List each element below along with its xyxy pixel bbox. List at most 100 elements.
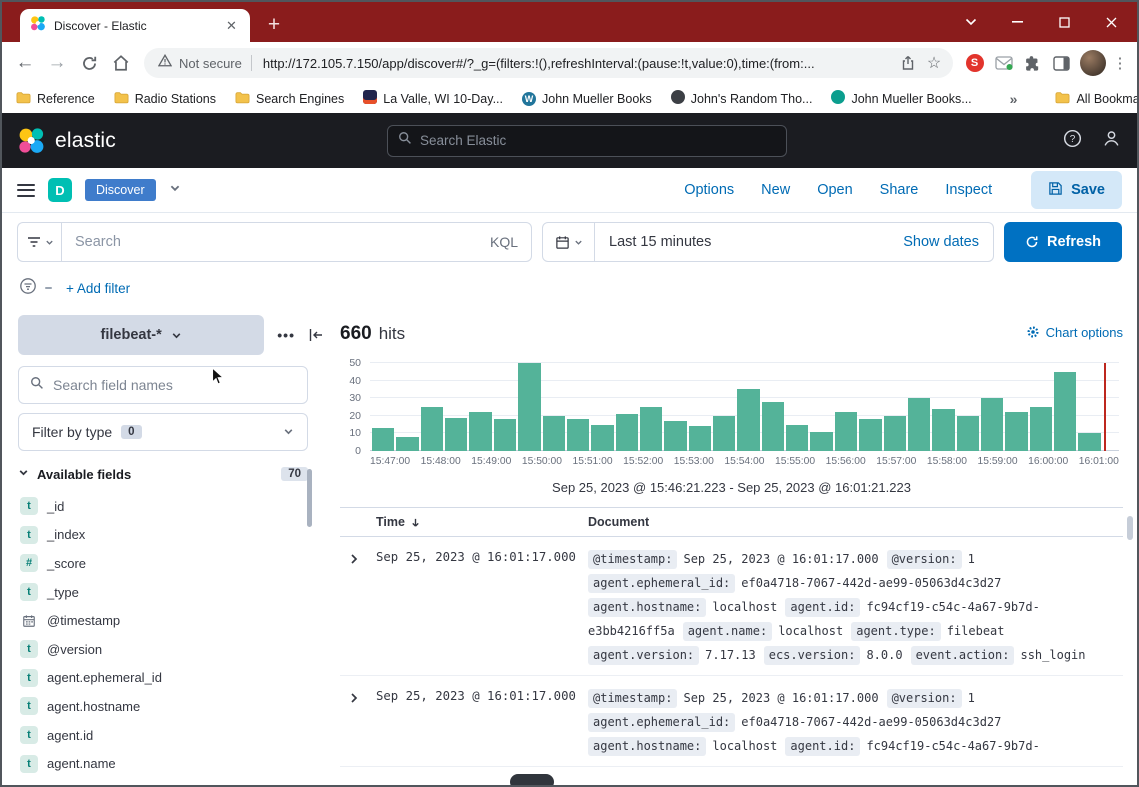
browser-tab[interactable]: Discover - Elastic ✕ [20, 9, 250, 42]
chart-plot[interactable] [370, 363, 1119, 451]
back-icon[interactable]: ← [10, 48, 40, 78]
histogram-bar[interactable] [932, 409, 954, 451]
histogram-bar[interactable] [859, 419, 881, 451]
histogram-bar[interactable] [786, 425, 808, 451]
expand-row-button[interactable] [342, 686, 366, 710]
field-item-_score[interactable]: #_score [18, 549, 324, 578]
side-panel-icon[interactable] [1048, 50, 1075, 77]
histogram-bar[interactable] [372, 428, 394, 451]
histogram-bar[interactable] [1054, 372, 1076, 451]
field-search-input[interactable] [53, 377, 296, 393]
query-search-input[interactable] [75, 234, 482, 250]
expand-row-button[interactable] [342, 547, 366, 571]
appbar-link-new[interactable]: New [761, 182, 790, 198]
minimize-icon[interactable] [994, 2, 1041, 42]
histogram-bar[interactable] [640, 407, 662, 451]
add-filter-button[interactable]: + Add filter [66, 281, 130, 296]
space-avatar[interactable]: D [48, 178, 72, 202]
histogram-bar[interactable] [1005, 412, 1027, 451]
breadcrumb[interactable]: Discover [85, 179, 156, 201]
chart-options-button[interactable]: Chart options [1026, 325, 1123, 340]
histogram-bar[interactable] [421, 407, 443, 451]
filter-by-type[interactable]: Filter by type 0 [18, 413, 308, 451]
help-icon[interactable]: ? [1063, 129, 1082, 153]
show-dates-button[interactable]: Show dates [903, 234, 979, 250]
alerts-icon[interactable] [1102, 129, 1121, 153]
histogram-bar[interactable] [957, 416, 979, 451]
bookmark-star-icon[interactable]: ☆ [921, 50, 947, 76]
bookmark-item[interactable]: Radio Stations [114, 91, 216, 107]
histogram-bar[interactable] [737, 389, 759, 451]
breadcrumb-chevron-icon[interactable] [169, 181, 181, 199]
extensions-puzzle-icon[interactable] [1019, 50, 1046, 77]
histogram-bar[interactable] [567, 419, 589, 451]
field-item-_index[interactable]: t_index [18, 521, 324, 550]
histogram-bar[interactable] [664, 421, 686, 451]
elastic-logo[interactable]: elastic [18, 128, 116, 154]
extension-icon-red[interactable]: S [961, 50, 988, 77]
elastic-search-box[interactable] [387, 125, 787, 157]
histogram-bar[interactable] [810, 432, 832, 451]
index-pattern-select[interactable]: filebeat-* [18, 315, 264, 355]
window-menu-chevron-icon[interactable] [947, 2, 994, 42]
appbar-link-open[interactable]: Open [817, 182, 852, 198]
histogram-bar[interactable] [469, 412, 491, 451]
save-button[interactable]: Save [1031, 171, 1122, 209]
histogram-bar[interactable] [1030, 407, 1052, 451]
collapse-sidebar-icon[interactable] [308, 327, 324, 343]
forward-icon[interactable]: → [42, 48, 72, 78]
sidebar-scrollbar-thumb[interactable] [307, 469, 312, 527]
histogram-bar[interactable] [908, 398, 930, 451]
field-item-@version[interactable]: t@version [18, 635, 324, 664]
field-item-_type[interactable]: t_type [18, 578, 324, 607]
histogram-bar[interactable] [616, 414, 638, 451]
time-range-value[interactable]: Last 15 minutes [609, 234, 711, 250]
histogram-bar[interactable] [396, 437, 418, 451]
browser-menu-icon[interactable]: ⋮ [1111, 54, 1129, 72]
histogram-bar[interactable] [689, 426, 711, 451]
bookmark-item[interactable]: WJohn Mueller Books [522, 91, 652, 106]
histogram-bar[interactable] [762, 402, 784, 451]
appbar-link-share[interactable]: Share [880, 182, 919, 198]
filter-set-icon[interactable] [19, 277, 37, 300]
close-icon[interactable] [1088, 2, 1135, 42]
time-column-header[interactable]: Time [376, 515, 588, 529]
refresh-button[interactable]: Refresh [1004, 222, 1122, 262]
bookmark-item[interactable]: Search Engines [235, 91, 344, 107]
home-icon[interactable] [106, 48, 136, 78]
appbar-link-options[interactable]: Options [684, 182, 734, 198]
histogram-bar[interactable] [713, 416, 735, 451]
field-item-agent.hostname[interactable]: tagent.hostname [18, 692, 324, 721]
histogram-bar[interactable] [981, 398, 1003, 451]
field-item-agent.ephemeral_id[interactable]: tagent.ephemeral_id [18, 664, 324, 693]
field-item-_id[interactable]: t_id [18, 492, 324, 521]
sidebar-options-icon[interactable]: ••• [277, 327, 295, 343]
address-bar[interactable]: Not secure http://172.105.7.150/app/disc… [144, 48, 953, 78]
bookmark-item[interactable]: John Mueller Books... [831, 90, 971, 107]
profile-avatar[interactable] [1080, 50, 1106, 76]
histogram-bar[interactable] [591, 425, 613, 451]
extension-icon-mail[interactable] [990, 50, 1017, 77]
bookmark-item[interactable]: Reference [16, 91, 95, 107]
menu-hamburger-icon[interactable] [17, 184, 35, 197]
field-item-agent.name[interactable]: tagent.name [18, 749, 324, 778]
histogram-bar[interactable] [445, 418, 467, 451]
available-fields-accordion[interactable]: Available fields 70 [18, 465, 308, 483]
bookmark-item[interactable]: John's Random Tho... [671, 90, 813, 107]
histogram-bar[interactable] [1078, 433, 1100, 451]
table-scrollbar-thumb[interactable] [1127, 516, 1133, 540]
histogram-bar[interactable] [494, 419, 516, 451]
field-item-@timestamp[interactable]: @timestamp [18, 606, 324, 635]
tab-close-icon[interactable]: ✕ [223, 17, 240, 34]
share-icon[interactable] [895, 50, 921, 76]
maximize-icon[interactable] [1041, 2, 1088, 42]
new-tab-button[interactable]: + [262, 13, 286, 37]
histogram-bar[interactable] [884, 416, 906, 451]
reload-icon[interactable] [74, 48, 104, 78]
saved-query-menu-button[interactable] [17, 222, 61, 262]
field-item-agent.id[interactable]: tagent.id [18, 721, 324, 750]
histogram-bar[interactable] [518, 363, 540, 451]
kql-language-button[interactable]: KQL [490, 234, 518, 250]
histogram-bar[interactable] [543, 416, 565, 451]
all-bookmarks[interactable]: All Bookmarks [1055, 91, 1139, 107]
